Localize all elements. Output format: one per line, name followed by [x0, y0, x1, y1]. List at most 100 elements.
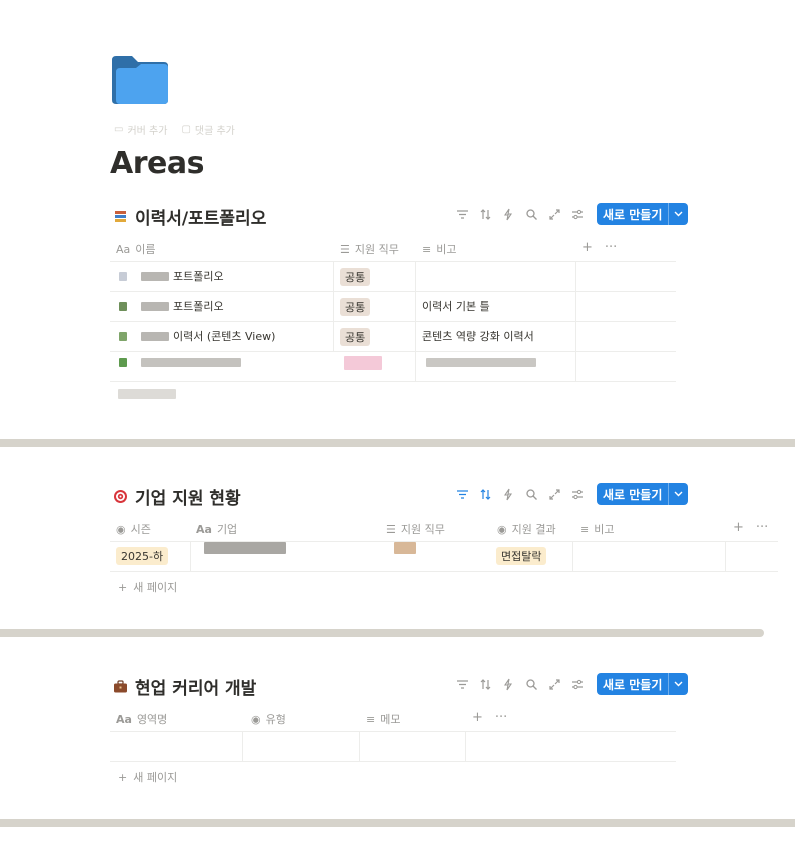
chevron-down-icon[interactable] — [668, 203, 688, 225]
tag-common: 공통 — [340, 328, 371, 346]
select-icon: ◉ — [497, 522, 507, 536]
page-actions: ▭ 커버 추가 ▢ 댓글 추가 — [114, 122, 235, 137]
redacted-text — [204, 542, 286, 554]
text-lines-icon: ≡ — [422, 242, 432, 256]
column-header-area[interactable]: Aa 영역명 — [116, 711, 167, 727]
filter-icon[interactable] — [455, 207, 469, 221]
job-cell[interactable]: 공통 — [340, 328, 371, 346]
filter-icon[interactable] — [455, 487, 469, 501]
column-divider — [725, 541, 726, 571]
column-header-job[interactable]: ☰ 지원 직무 — [340, 241, 399, 257]
section-title[interactable]: 이력서/포트폴리오 — [135, 204, 266, 229]
job-cell[interactable]: 공통 — [340, 298, 371, 316]
table-row-redacted[interactable] — [119, 358, 241, 367]
sort-icon[interactable] — [478, 207, 492, 221]
redacted-tag — [344, 356, 382, 370]
automation-icon[interactable] — [501, 677, 515, 691]
job-cell-redacted[interactable] — [394, 542, 416, 554]
automation-icon[interactable] — [501, 207, 515, 221]
column-header-company[interactable]: Aa 기업 — [196, 521, 237, 537]
job-cell[interactable]: 공통 — [340, 268, 371, 286]
applications-toolbar: 새로 만들기 — [455, 483, 689, 505]
sort-icon[interactable] — [478, 487, 492, 501]
company-cell-redacted[interactable] — [204, 542, 286, 554]
search-icon[interactable] — [524, 677, 538, 691]
column-header-season[interactable]: ◉ 시즌 — [116, 521, 151, 537]
row-divider — [110, 571, 778, 572]
settings-icon[interactable] — [570, 677, 584, 691]
page-icon — [119, 331, 127, 341]
portfolio-toolbar: 새로 만들기 — [455, 203, 689, 225]
settings-icon[interactable] — [570, 207, 584, 221]
section-portfolio-header: 이력서/포트폴리오 — [113, 204, 266, 229]
more-icon[interactable]: ··· — [756, 520, 768, 535]
table-row[interactable]: 포트폴리오 — [119, 268, 224, 284]
image-icon: ▭ — [114, 124, 124, 135]
text-lines-icon: ≡ — [580, 522, 590, 536]
result-cell[interactable]: 면접탈락 — [496, 547, 547, 565]
filter-icon[interactable] — [455, 677, 469, 691]
plus-icon: + — [118, 770, 128, 784]
column-divider — [465, 731, 466, 761]
note-cell[interactable]: 콘텐츠 역량 강화 이력서 — [422, 328, 534, 344]
row-divider — [110, 761, 676, 762]
chevron-down-icon[interactable] — [668, 673, 688, 695]
add-property-icon[interactable]: + — [733, 520, 744, 535]
note-cell[interactable]: 이력서 기본 틀 — [422, 298, 490, 314]
redacted-text — [141, 331, 169, 341]
new-button[interactable]: 새로 만들기 — [597, 483, 689, 505]
expand-icon[interactable] — [547, 487, 561, 501]
text-property-icon: Aa — [116, 712, 132, 726]
folder-icon[interactable] — [110, 54, 170, 106]
redacted-tag — [394, 542, 416, 554]
column-header-note[interactable]: ≡ 비고 — [580, 521, 614, 537]
column-divider — [572, 541, 573, 571]
expand-icon[interactable] — [547, 207, 561, 221]
column-divider — [190, 541, 191, 571]
table-row[interactable]: 이력서 (콘텐츠 View) — [119, 328, 275, 344]
table-row[interactable]: 포트폴리오 — [119, 298, 224, 314]
add-cover-button[interactable]: ▭ 커버 추가 — [114, 122, 167, 137]
column-header-name[interactable]: Aa 이름 — [116, 241, 156, 257]
season-cell[interactable]: 2025-하 — [116, 547, 169, 565]
text-property-icon: Aa — [196, 522, 212, 536]
settings-icon[interactable] — [570, 487, 584, 501]
column-header-result[interactable]: ◉ 지원 결과 — [497, 521, 556, 537]
new-button[interactable]: 새로 만들기 — [597, 203, 689, 225]
job-cell-redacted[interactable] — [344, 356, 382, 370]
multiselect-icon: ☰ — [386, 522, 396, 536]
column-header-type[interactable]: ◉ 유형 — [251, 711, 286, 727]
multiselect-icon: ☰ — [340, 242, 350, 256]
add-property-icon[interactable]: + — [582, 240, 593, 255]
search-icon[interactable] — [524, 207, 538, 221]
sort-icon[interactable] — [478, 677, 492, 691]
section-title[interactable]: 현업 커리어 개발 — [135, 674, 256, 699]
new-page-button[interactable]: + 새 페이지 — [118, 579, 177, 595]
redacted-text — [141, 301, 169, 311]
column-header-note[interactable]: ≡ 비고 — [422, 241, 456, 257]
new-page-button[interactable]: + 새 페이지 — [118, 769, 177, 785]
column-divider — [575, 261, 576, 381]
section-title[interactable]: 기업 지원 현황 — [135, 484, 241, 509]
note-cell-redacted[interactable] — [426, 358, 536, 367]
search-icon[interactable] — [524, 487, 538, 501]
column-header-job[interactable]: ☰ 지원 직무 — [386, 521, 445, 537]
page-icon — [119, 271, 127, 281]
books-icon — [113, 209, 128, 224]
column-actions: + ··· — [582, 240, 617, 255]
briefcase-icon — [113, 679, 128, 694]
row-divider — [110, 731, 676, 732]
expand-icon[interactable] — [547, 677, 561, 691]
chevron-down-icon[interactable] — [668, 483, 688, 505]
redacted-text — [118, 389, 176, 399]
new-button[interactable]: 새로 만들기 — [597, 673, 689, 695]
add-property-icon[interactable]: + — [472, 710, 483, 725]
more-icon[interactable]: ··· — [495, 710, 507, 725]
add-comment-button[interactable]: ▢ 댓글 추가 — [181, 122, 234, 137]
column-header-memo[interactable]: ≡ 메모 — [366, 711, 400, 727]
row-divider — [110, 351, 676, 352]
automation-icon[interactable] — [501, 487, 515, 501]
more-icon[interactable]: ··· — [605, 240, 617, 255]
new-page-button-redacted[interactable] — [118, 389, 176, 399]
column-divider — [333, 261, 334, 351]
